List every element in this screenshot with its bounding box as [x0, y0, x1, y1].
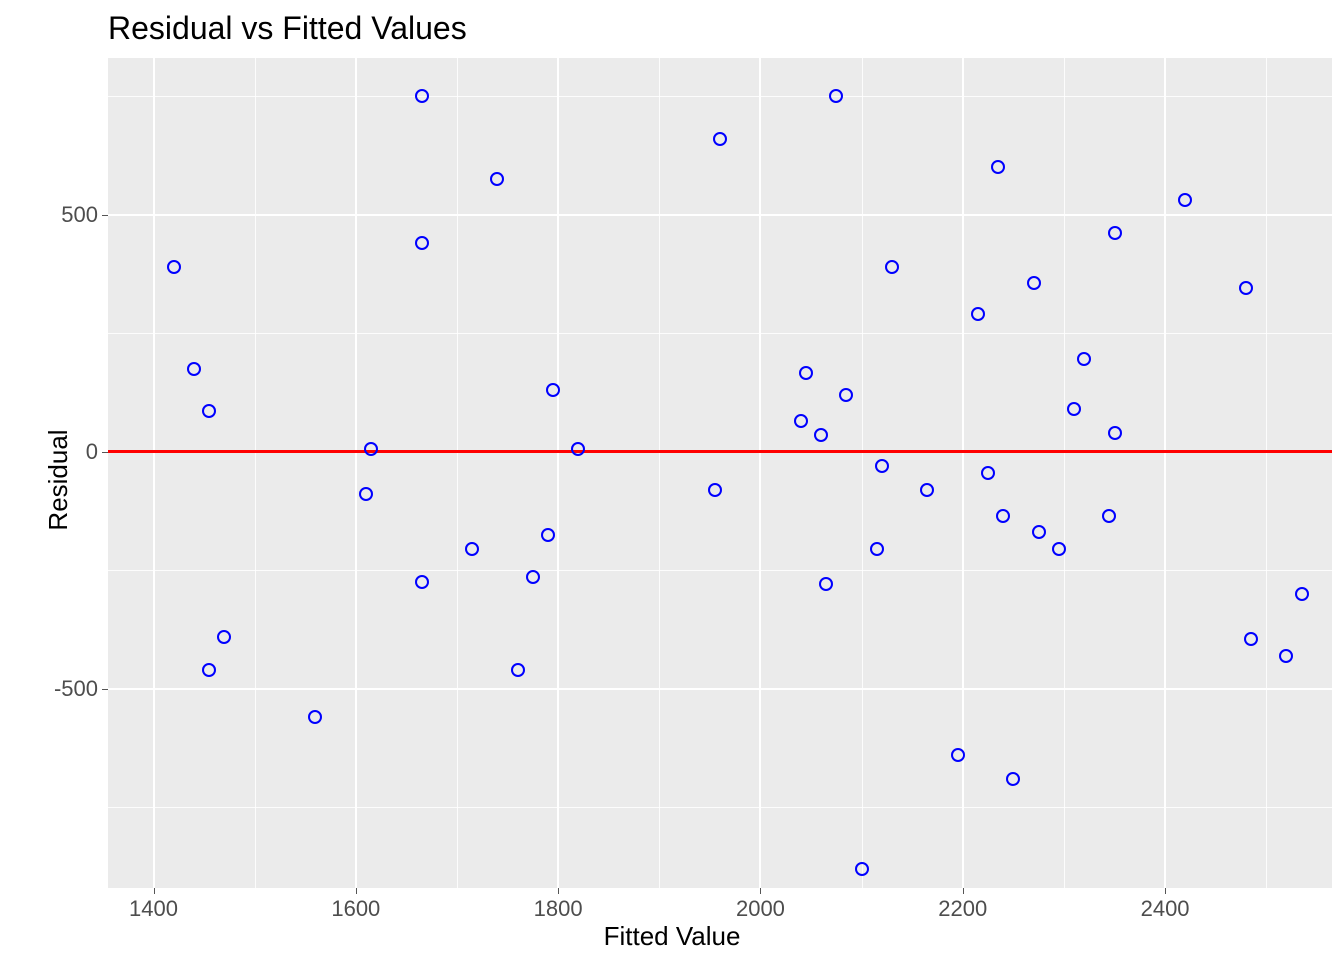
data-point	[829, 89, 843, 103]
gridline-v-minor	[659, 58, 660, 888]
data-point	[875, 459, 889, 473]
chart-title: Residual vs Fitted Values	[108, 10, 467, 47]
gridline-v	[1164, 58, 1166, 888]
data-point	[1052, 542, 1066, 556]
data-point	[167, 260, 181, 274]
data-point	[951, 748, 965, 762]
data-point	[308, 710, 322, 724]
y-axis-label: Residual	[43, 429, 74, 530]
data-point	[713, 132, 727, 146]
data-point	[202, 663, 216, 677]
data-point	[526, 570, 540, 584]
data-point	[541, 528, 555, 542]
x-tick-mark	[760, 888, 761, 894]
data-point	[546, 383, 560, 397]
gridline-v	[759, 58, 761, 888]
data-point	[981, 466, 995, 480]
data-point	[1077, 352, 1091, 366]
data-point	[415, 575, 429, 589]
x-tick-mark	[558, 888, 559, 894]
gridline-h	[108, 214, 1332, 216]
x-tick-label: 2200	[938, 896, 987, 922]
gridline-h-minor	[108, 96, 1332, 97]
x-tick-mark	[963, 888, 964, 894]
data-point	[855, 862, 869, 876]
gridline-h-minor	[108, 807, 1332, 808]
data-point	[415, 236, 429, 250]
data-point	[571, 442, 585, 456]
data-point	[415, 89, 429, 103]
gridline-v	[962, 58, 964, 888]
data-point	[885, 260, 899, 274]
data-point	[202, 404, 216, 418]
y-tick-mark	[102, 452, 108, 453]
x-tick-label: 1400	[129, 896, 178, 922]
data-point	[217, 630, 231, 644]
data-point	[1102, 509, 1116, 523]
gridline-v	[153, 58, 155, 888]
data-point	[359, 487, 373, 501]
data-point	[794, 414, 808, 428]
data-point	[1108, 226, 1122, 240]
data-point	[839, 388, 853, 402]
data-point	[364, 442, 378, 456]
data-point	[971, 307, 985, 321]
data-point	[490, 172, 504, 186]
x-tick-label: 2400	[1141, 896, 1190, 922]
chart-container: Residual vs Fitted Values Residual Fitte…	[0, 0, 1344, 960]
data-point	[187, 362, 201, 376]
data-point	[708, 483, 722, 497]
data-point	[1108, 426, 1122, 440]
y-tick-mark	[102, 215, 108, 216]
y-tick-mark	[102, 689, 108, 690]
gridline-v-minor	[457, 58, 458, 888]
data-point	[996, 509, 1010, 523]
gridline-v-minor	[1266, 58, 1267, 888]
plot-panel	[108, 58, 1332, 888]
data-point	[1244, 632, 1258, 646]
gridline-v-minor	[862, 58, 863, 888]
data-point	[1178, 193, 1192, 207]
data-point	[819, 577, 833, 591]
data-point	[1032, 525, 1046, 539]
data-point	[1239, 281, 1253, 295]
gridline-v-minor	[1064, 58, 1065, 888]
x-axis-label: Fitted Value	[604, 921, 741, 952]
x-tick-label: 1600	[331, 896, 380, 922]
x-tick-label: 1800	[534, 896, 583, 922]
data-point	[1006, 772, 1020, 786]
data-point	[814, 428, 828, 442]
data-point	[511, 663, 525, 677]
x-tick-mark	[356, 888, 357, 894]
x-tick-label: 2000	[736, 896, 785, 922]
gridline-h	[108, 688, 1332, 690]
gridline-v	[355, 58, 357, 888]
y-tick-label: -500	[54, 676, 98, 702]
data-point	[465, 542, 479, 556]
data-point	[991, 160, 1005, 174]
y-tick-label: 500	[61, 202, 98, 228]
data-point	[1027, 276, 1041, 290]
gridline-v-minor	[255, 58, 256, 888]
gridline-h-minor	[108, 570, 1332, 571]
y-tick-label: 0	[86, 439, 98, 465]
data-point	[870, 542, 884, 556]
data-point	[1067, 402, 1081, 416]
data-point	[1279, 649, 1293, 663]
data-point	[1295, 587, 1309, 601]
x-tick-mark	[1165, 888, 1166, 894]
data-point	[920, 483, 934, 497]
reference-line-zero	[108, 450, 1332, 453]
gridline-v	[557, 58, 559, 888]
data-point	[799, 366, 813, 380]
gridline-h-minor	[108, 333, 1332, 334]
x-tick-mark	[154, 888, 155, 894]
